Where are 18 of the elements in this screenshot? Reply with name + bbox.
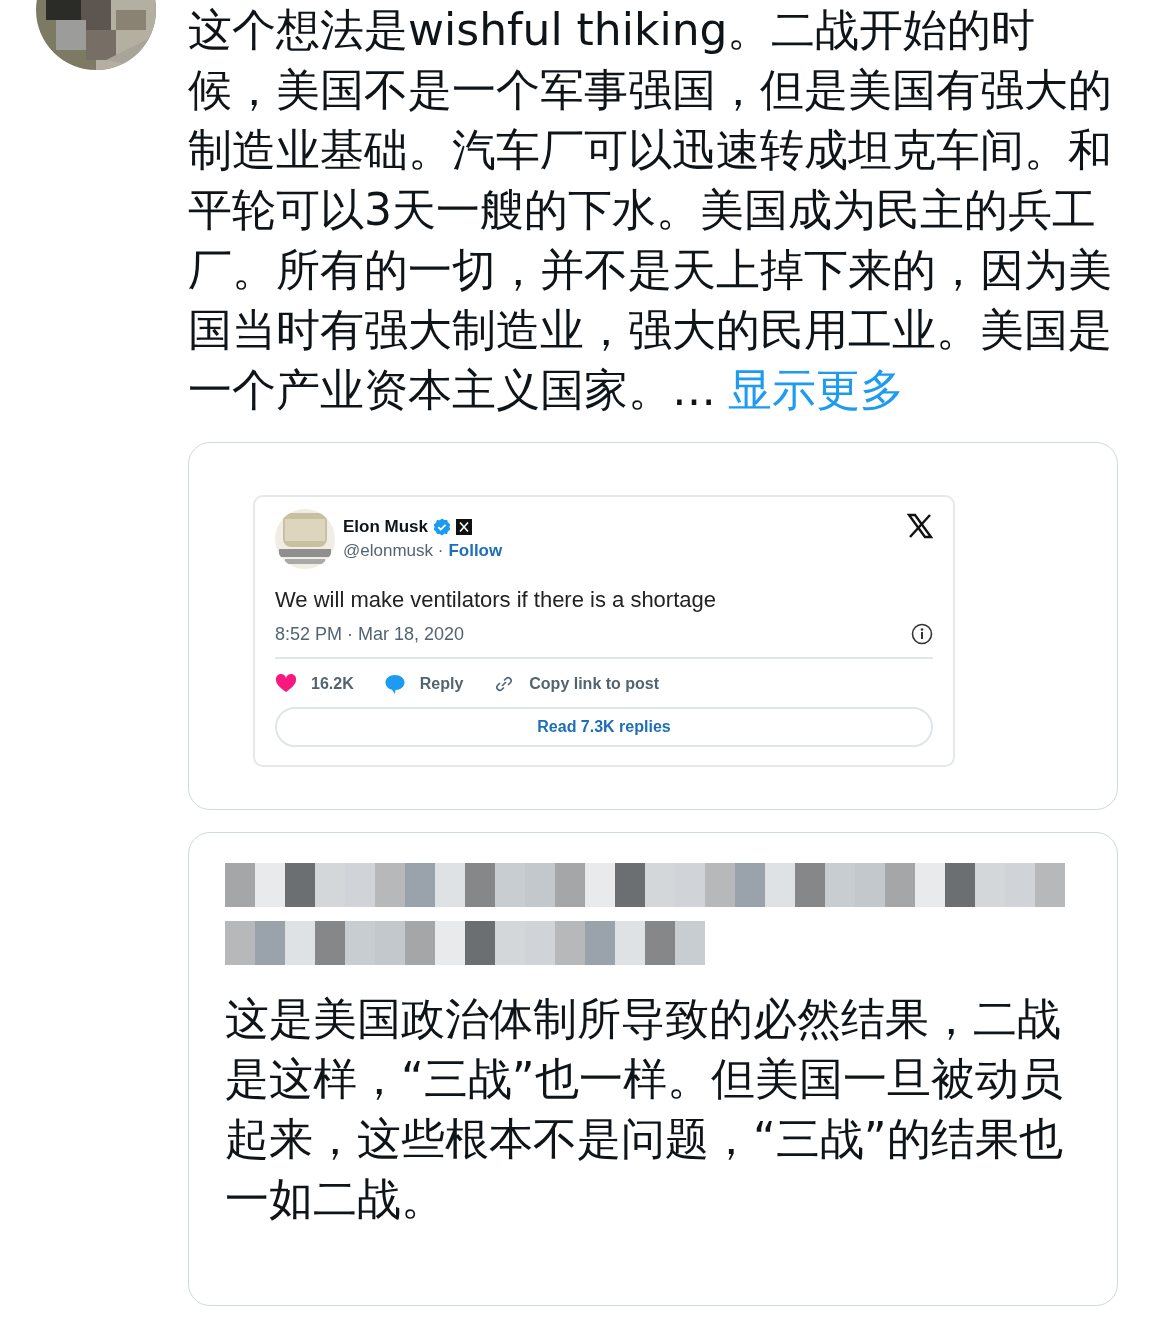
quote-card[interactable]: 这是美国政治体制所导致的必然结果，二战是这样，“三战”也一样。但美国一旦被动员起来，这些根本不是问题，“三战”的结果也一如二战。	[188, 832, 1118, 1306]
quote-card[interactable]: Elon Musk @elonmusk · Follow We will make ventilators if there is a shortage 8:52 PM · Mar 18, 2020 16.2K Reply Copy link to post Read 7.3K replies	[188, 442, 1118, 810]
action-label[interactable]: Copy link to post	[529, 675, 660, 693]
tweet-timestamp: 8:52 PM · Mar 18, 2020	[275, 623, 465, 645]
speech-bubble-icon	[383, 673, 406, 695]
author-name: Elon Musk	[343, 517, 428, 537]
x-logo-icon	[456, 519, 472, 535]
follow-link[interactable]: Follow	[448, 541, 503, 561]
post-text: 这个想法是wishful thiking。二战开始的时候，美国不是一个军事强国，但是美国有强大的制造业基础。汽车厂可以迅速转成坦克车间。和平轮可以3天一艘的下水。美国成为民主的兵工厂。所有的一切，并不是天上掉下来的，因为美国当时有强大制造业，强大的民用工业。美国是一个产业资本主义国家。… 显示更多	[188, 3, 1113, 417]
info-icon	[911, 623, 933, 645]
like-count[interactable]: 16.2K	[311, 675, 354, 693]
author-handle: @elonmusk ·	[343, 541, 444, 561]
action-label[interactable]: Reply	[419, 675, 464, 693]
tweet-text: We will make ventilators if there is a shortage	[275, 587, 717, 613]
read-replies-button[interactable]: Read 7.3K replies	[275, 707, 933, 747]
x-logo-icon	[907, 513, 933, 539]
heart-icon	[275, 673, 297, 695]
post-text: 这是美国政治体制所导致的必然结果，二战是这样，“三战”也一样。但美国一旦被动员起来，这些根本不是问题，“三战”的结果也一如二战。	[225, 992, 1064, 1226]
